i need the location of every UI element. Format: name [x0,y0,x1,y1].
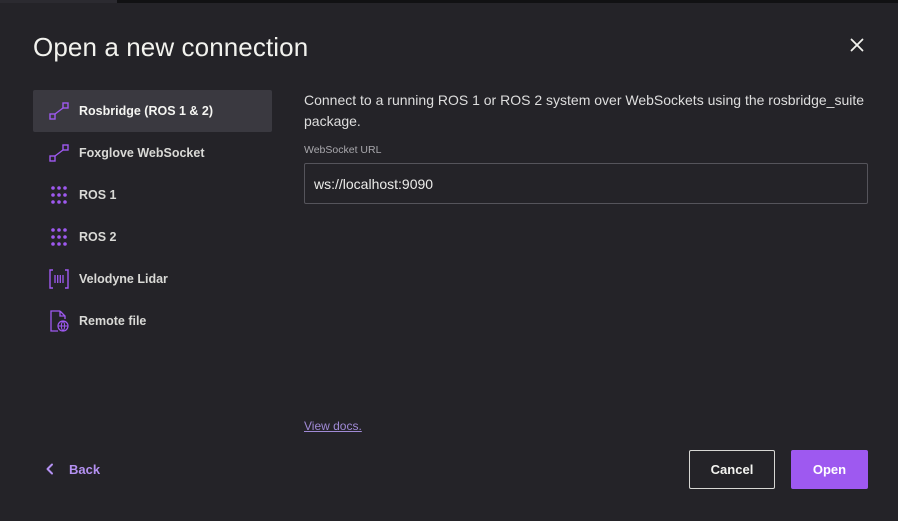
back-button[interactable]: Back [40,458,100,480]
open-connection-dialog: Open a new connection Rosbridge (ROS 1 &… [0,0,898,521]
sidebar-item-foxglove-websocket[interactable]: Foxglove WebSocket [33,132,272,174]
sidebar-item-label: Rosbridge (ROS 1 & 2) [79,104,214,118]
cancel-button[interactable]: Cancel [689,450,775,489]
remote-file-icon [47,309,71,333]
lidar-icon [47,267,71,291]
dialog-title: Open a new connection [33,32,309,62]
sidebar-item-ros1[interactable]: ROS 1 [33,174,272,216]
connection-link-icon [47,141,71,165]
sidebar-item-label: ROS 2 [79,230,117,244]
websocket-url-label: WebSocket URL [304,144,382,156]
sidebar-item-ros2[interactable]: ROS 2 [33,216,272,258]
top-bar [0,0,898,3]
connection-description: Connect to a running ROS 1 or ROS 2 syst… [304,92,865,129]
sidebar-item-label: Velodyne Lidar [79,272,168,286]
top-bar-tab [0,0,117,3]
sidebar-item-rosbridge[interactable]: Rosbridge (ROS 1 & 2) [33,90,272,132]
sidebar-item-velodyne-lidar[interactable]: Velodyne Lidar [33,258,272,300]
sidebar-item-remote-file[interactable]: Remote file [33,300,272,342]
connection-link-icon [47,99,71,123]
open-button[interactable]: Open [791,450,868,489]
sidebar-item-label: Remote file [79,314,147,328]
sidebar-item-label: Foxglove WebSocket [79,146,205,160]
view-docs-link[interactable]: View docs. [304,419,362,433]
connection-type-list: Rosbridge (ROS 1 & 2) Foxglove WebSocket [33,90,272,342]
connection-form: Connect to a running ROS 1 or ROS 2 syst… [304,90,868,204]
grid-dots-icon [47,183,71,207]
websocket-url-input[interactable] [304,163,868,204]
chevron-left-icon [40,459,60,479]
sidebar-item-label: ROS 1 [79,188,117,202]
close-icon [850,38,864,52]
close-button[interactable] [845,33,869,57]
grid-dots-icon [47,225,71,249]
back-label: Back [69,461,101,477]
